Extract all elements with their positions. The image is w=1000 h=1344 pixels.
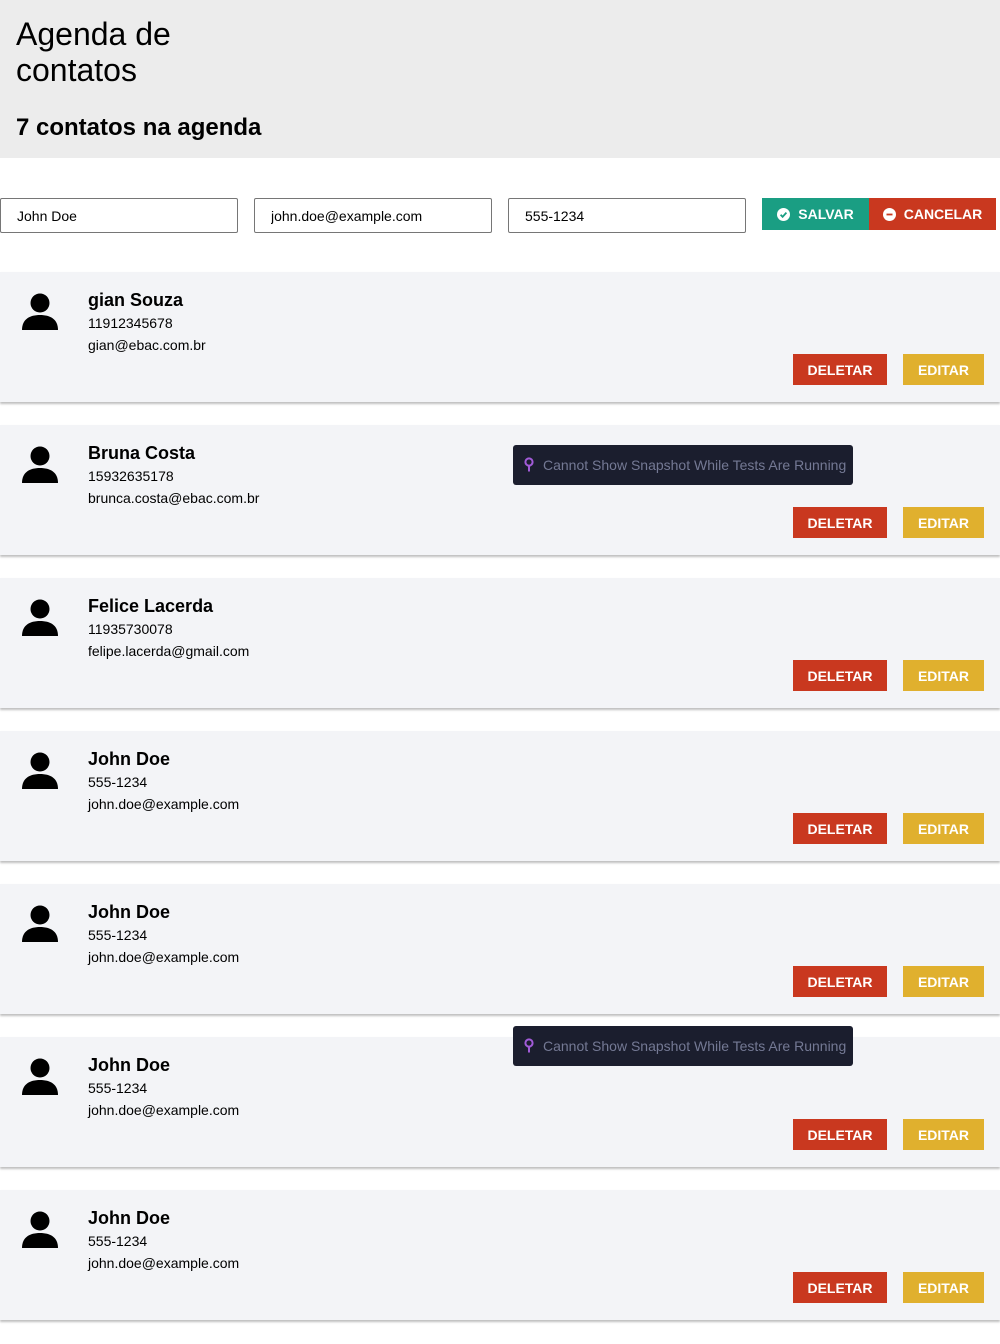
- user-icon: [21, 293, 59, 331]
- user-icon: [21, 1058, 59, 1096]
- contact-name: Bruna Costa: [88, 443, 196, 463]
- user-icon: [21, 599, 59, 637]
- snapshot-notice: Cannot Show Snapshot While Tests Are Run…: [513, 445, 853, 485]
- phone-input[interactable]: [508, 198, 746, 233]
- contact-name: John Doe: [88, 749, 171, 769]
- contact-card: John Doe 555-1234 john.doe@example.com DELE…: [0, 1190, 1000, 1320]
- delete-button[interactable]: DELETAR: [793, 966, 887, 997]
- pin-icon: [523, 1038, 535, 1054]
- edit-button[interactable]: EDITAR: [903, 813, 984, 844]
- contact-email: felipe.lacerda@gmail.com: [88, 643, 250, 659]
- edit-button[interactable]: EDITAR: [903, 507, 984, 538]
- user-icon: [21, 1211, 59, 1249]
- page-header: Agenda de contatos 7 contatos na agenda: [0, 0, 1000, 158]
- snapshot-notice-text: Cannot Show Snapshot While Tests Are Run…: [543, 1038, 847, 1054]
- name-input[interactable]: [0, 198, 238, 233]
- contact-phone: 11912345678: [88, 315, 173, 331]
- contact-name: gian Souza: [88, 290, 184, 310]
- contact-name: John Doe: [88, 902, 171, 922]
- edit-button[interactable]: EDITAR: [903, 660, 984, 691]
- email-input[interactable]: [254, 198, 492, 233]
- contact-card: Felice Lacerda 11935730078 felipe.lacerda@…: [0, 578, 1000, 708]
- contact-card: John Doe 555-1234 john.doe@example.com DELE…: [0, 884, 1000, 1014]
- snapshot-notice-text: Cannot Show Snapshot While Tests Are Run…: [543, 457, 847, 473]
- contact-email: gian@ebac.com.br: [88, 337, 206, 353]
- contact-name: John Doe: [88, 1208, 171, 1228]
- user-icon: [21, 752, 59, 790]
- user-icon: [21, 905, 59, 943]
- delete-button[interactable]: DELETAR: [793, 660, 887, 691]
- cancel-button[interactable]: CANCELAR: [869, 198, 996, 230]
- contact-count: 7 contatos na agenda: [16, 114, 262, 141]
- edit-button[interactable]: EDITAR: [903, 966, 984, 997]
- contact-phone: 555-1234: [88, 927, 148, 943]
- contact-email: john.doe@example.com: [88, 1102, 240, 1118]
- contact-phone: 555-1234: [88, 774, 148, 790]
- contact-name: Felice Lacerda: [88, 596, 214, 616]
- delete-button[interactable]: DELETAR: [793, 1272, 887, 1303]
- page-title: Agenda de contatos: [16, 16, 171, 88]
- delete-button[interactable]: DELETAR: [793, 813, 887, 844]
- contact-email: john.doe@example.com: [88, 1255, 240, 1271]
- edit-button[interactable]: EDITAR: [903, 354, 984, 385]
- cancel-button-label: CANCELAR: [903, 206, 983, 222]
- contact-phone: 15932635178: [88, 468, 174, 484]
- pin-icon: [523, 457, 535, 473]
- contact-card: gian Souza 11912345678 gian@ebac.com.br DEL…: [0, 272, 1000, 402]
- contact-card: John Doe 555-1234 john.doe@example.com DELE…: [0, 731, 1000, 861]
- contact-email: brunca.costa@ebac.com.br: [88, 490, 260, 506]
- minus-circle-icon: [882, 207, 896, 221]
- delete-button[interactable]: DELETAR: [793, 1119, 887, 1150]
- delete-button[interactable]: DELETAR: [793, 354, 887, 385]
- contact-phone: 555-1234: [88, 1080, 148, 1096]
- delete-button[interactable]: DELETAR: [793, 507, 887, 538]
- save-button[interactable]: SALVAR: [762, 198, 869, 230]
- save-button-label: SALVAR: [798, 206, 854, 222]
- check-circle-icon: [777, 207, 791, 221]
- edit-button[interactable]: EDITAR: [903, 1119, 984, 1150]
- contact-phone: 11935730078: [88, 621, 173, 637]
- contact-phone: 555-1234: [88, 1233, 148, 1249]
- contact-name: John Doe: [88, 1055, 171, 1075]
- user-icon: [21, 446, 59, 484]
- edit-button[interactable]: EDITAR: [903, 1272, 984, 1303]
- contact-email: john.doe@example.com: [88, 949, 240, 965]
- snapshot-notice: Cannot Show Snapshot While Tests Are Run…: [513, 1026, 853, 1066]
- contact-email: john.doe@example.com: [88, 796, 240, 812]
